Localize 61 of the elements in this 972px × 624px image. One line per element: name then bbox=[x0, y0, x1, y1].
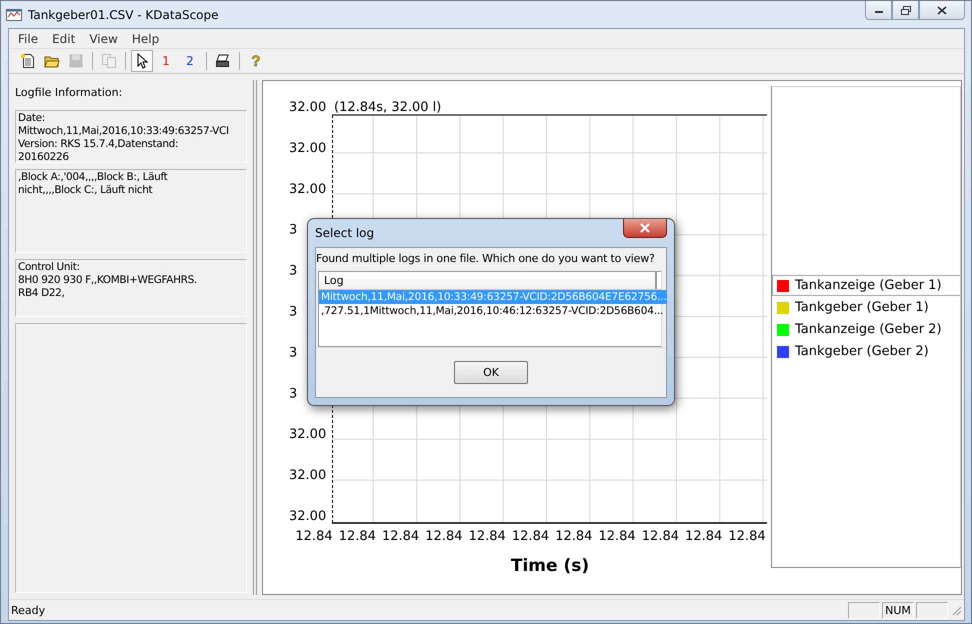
close-button[interactable] bbox=[919, 1, 965, 20]
dialog-message: Found multiple logs in one file. Which one do you want to view? bbox=[316, 252, 655, 265]
minimize-button[interactable] bbox=[865, 1, 892, 20]
status-pane: NUM bbox=[882, 602, 914, 618]
menu-item[interactable]: File bbox=[11, 32, 46, 46]
status-pane bbox=[848, 602, 880, 618]
restore-icon bbox=[900, 6, 910, 14]
dialog-title: Select log bbox=[315, 226, 374, 240]
x-tick-label: 12.84 bbox=[382, 529, 420, 544]
document-icon bbox=[20, 53, 36, 69]
info-text: ,Block A:,'004,,,,Block B:, Läuft nicht,,,,Block C:, Läuft nicht bbox=[18, 171, 168, 197]
legend-item[interactable]: Tankgeber (Geber 1) bbox=[772, 297, 960, 318]
x-tick-label: 12.84 bbox=[598, 529, 636, 544]
legend-item[interactable]: Tankanzeige (Geber 1) bbox=[772, 275, 960, 296]
y-tick-label: 3 bbox=[289, 222, 298, 238]
legend-item[interactable]: Tankgeber (Geber 2) bbox=[772, 341, 960, 362]
marker-button[interactable]: 2 bbox=[179, 50, 201, 72]
column-header[interactable]: Log bbox=[319, 272, 657, 289]
info-text: Control Unit: 8H0 920 930 F,,KOMBI+WEGFAHRS. RB4 D22, bbox=[18, 261, 198, 300]
x-tick-label: 12.84 bbox=[555, 529, 592, 544]
y-tick-label: 32.00 bbox=[289, 468, 326, 484]
y-tick-label: 32.00 bbox=[289, 100, 326, 115]
x-axis-title: Time (s) bbox=[510, 556, 590, 576]
pointer-button[interactable] bbox=[131, 50, 153, 72]
cursor-readout: (12.84s, 32.00 l) bbox=[334, 100, 442, 115]
y-tick-label: 3 bbox=[289, 345, 298, 360]
info-text: Date: Mittwoch,11,Mai,2016,10:33:49:63257-VCI Version: RKS 15.7.4,Datenstand: 20160226 bbox=[18, 112, 230, 162]
y-tick-label: 3 bbox=[289, 304, 298, 320]
x-tick-label: 12.84 bbox=[295, 529, 333, 544]
ok-button[interactable]: OK bbox=[454, 361, 528, 384]
resize-grip-icon bbox=[950, 604, 962, 616]
close-icon bbox=[937, 6, 947, 14]
y-tick-label: 32.00 bbox=[289, 427, 326, 442]
window-title: Tankgeber01.CSV - KDataScope bbox=[28, 8, 219, 22]
printer-icon bbox=[215, 53, 231, 69]
marker-button[interactable]: 1 bbox=[155, 50, 177, 72]
status-pane bbox=[916, 602, 948, 618]
log-row[interactable]: ,727.51,1Mittwoch,11,Mai,2016,10:46:12:63257-VCID:2D56B604... bbox=[319, 304, 664, 318]
menu-item[interactable]: Help bbox=[124, 32, 166, 46]
y-tick-label: 3 bbox=[289, 386, 298, 402]
y-tick-label: 3 bbox=[289, 264, 298, 279]
maximize-button[interactable] bbox=[892, 1, 919, 20]
chart-icon bbox=[6, 6, 22, 22]
y-tick-label: 32.00 bbox=[289, 140, 326, 156]
x-tick-label: 12.84 bbox=[728, 529, 766, 544]
y-tick-label: 32.00 bbox=[289, 509, 326, 524]
panel-heading: Logfile Information: bbox=[15, 86, 122, 99]
status-text: Ready bbox=[11, 604, 46, 616]
x-tick-label: 12.84 bbox=[512, 529, 550, 544]
x-tick-label: 12.84 bbox=[468, 529, 506, 544]
y-tick-label: 32.00 bbox=[289, 182, 326, 197]
x-tick-label: 12.84 bbox=[685, 529, 722, 544]
menu-item[interactable]: Edit bbox=[45, 32, 82, 46]
legend-item[interactable]: Tankanzeige (Geber 2) bbox=[772, 319, 960, 340]
copy-icon bbox=[101, 53, 117, 69]
menu-item[interactable]: View bbox=[82, 32, 125, 46]
x-tick-label: 12.84 bbox=[338, 529, 376, 544]
close-button[interactable] bbox=[623, 219, 667, 238]
x-tick-label: 12.84 bbox=[425, 529, 462, 544]
x-tick-label: 12.84 bbox=[642, 529, 679, 544]
close-icon bbox=[639, 223, 651, 233]
